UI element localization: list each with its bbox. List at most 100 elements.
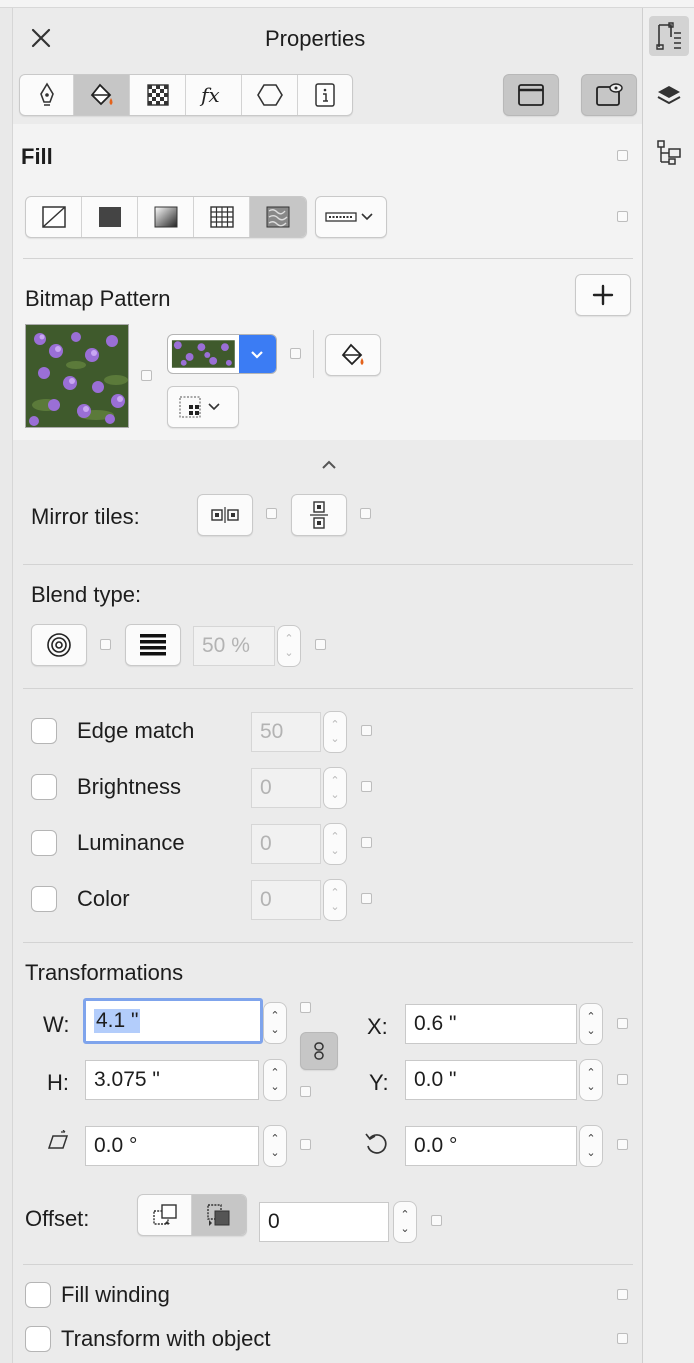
stepper-up-icon[interactable]: ⌃: [270, 1132, 279, 1146]
luminance-stepper[interactable]: ⌃ ⌄: [323, 823, 347, 865]
bitmap-pattern-button[interactable]: [250, 197, 306, 237]
blend-percent-stepper[interactable]: ⌃ ⌄: [277, 625, 301, 667]
width-stepper[interactable]: ⌃ ⌄: [263, 1002, 287, 1044]
stepper-up-icon[interactable]: ⌃: [586, 1132, 595, 1146]
stepper-down-icon[interactable]: ⌄: [330, 732, 339, 746]
lock-ratio-button[interactable]: [300, 1032, 338, 1070]
fill-rule-dropdown[interactable]: [315, 196, 387, 238]
stepper-down-icon[interactable]: ⌄: [270, 1080, 279, 1094]
skew-lock-toggle[interactable]: [300, 1139, 311, 1150]
stepper-up-icon[interactable]: ⌃: [284, 632, 293, 646]
collapse-chevron-icon[interactable]: [317, 456, 341, 474]
edit-fill-button[interactable]: [325, 334, 381, 376]
tab-info[interactable]: [298, 75, 352, 115]
stepper-down-icon[interactable]: ⌄: [330, 844, 339, 858]
color-checkbox[interactable]: [31, 886, 57, 912]
offset-lock-toggle[interactable]: [431, 1215, 442, 1226]
fill-lock-toggle[interactable]: [617, 150, 628, 161]
stepper-up-icon[interactable]: ⌃: [330, 886, 339, 900]
blend-percent-field[interactable]: 50 %: [193, 626, 275, 666]
height-stepper[interactable]: ⌃ ⌄: [263, 1059, 287, 1101]
tab-effects[interactable]: fx: [186, 75, 242, 115]
brightness-stepper[interactable]: ⌃ ⌄: [323, 767, 347, 809]
mirror-horizontal-button[interactable]: [197, 494, 253, 536]
dropdown-arrow-button[interactable]: [238, 335, 276, 373]
no-fill-button[interactable]: [26, 197, 82, 237]
vector-pattern-button[interactable]: [194, 197, 250, 237]
skew-field[interactable]: 0.0 °: [85, 1126, 259, 1166]
stepper-down-icon[interactable]: ⌄: [284, 646, 293, 660]
edge-match-stepper[interactable]: ⌃ ⌄: [323, 711, 347, 753]
blend-radial-button[interactable]: [31, 624, 87, 666]
blend-radial-lock-toggle[interactable]: [100, 639, 111, 650]
pattern-picker-lock-toggle[interactable]: [290, 348, 301, 359]
stepper-up-icon[interactable]: ⌃: [586, 1066, 595, 1080]
blend-linear-button[interactable]: [125, 624, 181, 666]
stepper-down-icon[interactable]: ⌄: [586, 1080, 595, 1094]
stepper-up-icon[interactable]: ⌃: [330, 718, 339, 732]
panel-mode-button[interactable]: [503, 74, 559, 116]
fountain-fill-button[interactable]: [138, 197, 194, 237]
rotate-field[interactable]: 0.0 °: [405, 1126, 577, 1166]
y-lock-toggle[interactable]: [617, 1074, 628, 1085]
width-field[interactable]: 4.1 ": [83, 998, 263, 1044]
mirror-vertical-lock-toggle[interactable]: [360, 508, 371, 519]
blend-percent-lock-toggle[interactable]: [315, 639, 326, 650]
stepper-up-icon[interactable]: ⌃: [586, 1010, 595, 1024]
luminance-checkbox[interactable]: [31, 830, 57, 856]
tile-layout-dropdown[interactable]: [167, 386, 239, 428]
add-pattern-button[interactable]: [575, 274, 631, 316]
stepper-down-icon[interactable]: ⌄: [270, 1023, 279, 1037]
stepper-down-icon[interactable]: ⌄: [586, 1024, 595, 1038]
stepper-down-icon[interactable]: ⌄: [586, 1146, 595, 1160]
layers-docker-tab[interactable]: [649, 76, 689, 116]
offset-stepper[interactable]: ⌃ ⌄: [393, 1201, 417, 1243]
pattern-preview-lock-toggle[interactable]: [141, 370, 152, 381]
row-offset-button[interactable]: [138, 1195, 192, 1235]
y-stepper[interactable]: ⌃ ⌄: [579, 1059, 603, 1101]
tab-transparency[interactable]: [130, 75, 186, 115]
stepper-down-icon[interactable]: ⌄: [400, 1222, 409, 1236]
close-icon[interactable]: [27, 24, 55, 52]
stepper-up-icon[interactable]: ⌃: [330, 830, 339, 844]
edge-match-field[interactable]: 50: [251, 712, 321, 752]
tab-shape[interactable]: [242, 75, 298, 115]
uniform-fill-button[interactable]: [82, 197, 138, 237]
skew-stepper[interactable]: ⌃ ⌄: [263, 1125, 287, 1167]
y-field[interactable]: 0.0 ": [405, 1060, 577, 1100]
x-field[interactable]: 0.6 ": [405, 1004, 577, 1044]
stepper-down-icon[interactable]: ⌄: [270, 1146, 279, 1160]
fill-winding-checkbox[interactable]: [25, 1282, 51, 1308]
fill-rule-lock-toggle[interactable]: [617, 211, 628, 222]
object-manager-docker-tab[interactable]: [649, 132, 689, 172]
pattern-picker-dropdown[interactable]: [167, 334, 277, 374]
width-lock-toggle[interactable]: [300, 1002, 311, 1013]
stepper-up-icon[interactable]: ⌃: [270, 1009, 279, 1023]
height-lock-toggle[interactable]: [300, 1086, 311, 1097]
x-lock-toggle[interactable]: [617, 1018, 628, 1029]
color-field[interactable]: 0: [251, 880, 321, 920]
color-stepper[interactable]: ⌃ ⌄: [323, 879, 347, 921]
luminance-lock-toggle[interactable]: [361, 837, 372, 848]
stepper-up-icon[interactable]: ⌃: [400, 1208, 409, 1222]
column-offset-button[interactable]: [192, 1195, 246, 1235]
height-field[interactable]: 3.075 ": [85, 1060, 259, 1100]
tab-outline[interactable]: [20, 75, 74, 115]
edge-match-lock-toggle[interactable]: [361, 725, 372, 736]
rotate-lock-toggle[interactable]: [617, 1139, 628, 1150]
mirror-horizontal-lock-toggle[interactable]: [266, 508, 277, 519]
transform-with-object-lock-toggle[interactable]: [617, 1333, 628, 1344]
luminance-field[interactable]: 0: [251, 824, 321, 864]
mirror-vertical-button[interactable]: [291, 494, 347, 536]
preview-options-button[interactable]: [581, 74, 637, 116]
color-lock-toggle[interactable]: [361, 893, 372, 904]
brightness-checkbox[interactable]: [31, 774, 57, 800]
properties-docker-tab[interactable]: [649, 16, 689, 56]
offset-field[interactable]: 0: [259, 1202, 389, 1242]
transform-with-object-checkbox[interactable]: [25, 1326, 51, 1352]
brightness-field[interactable]: 0: [251, 768, 321, 808]
stepper-down-icon[interactable]: ⌄: [330, 788, 339, 802]
x-stepper[interactable]: ⌃ ⌄: [579, 1003, 603, 1045]
edge-match-checkbox[interactable]: [31, 718, 57, 744]
tab-fill[interactable]: [74, 75, 130, 115]
